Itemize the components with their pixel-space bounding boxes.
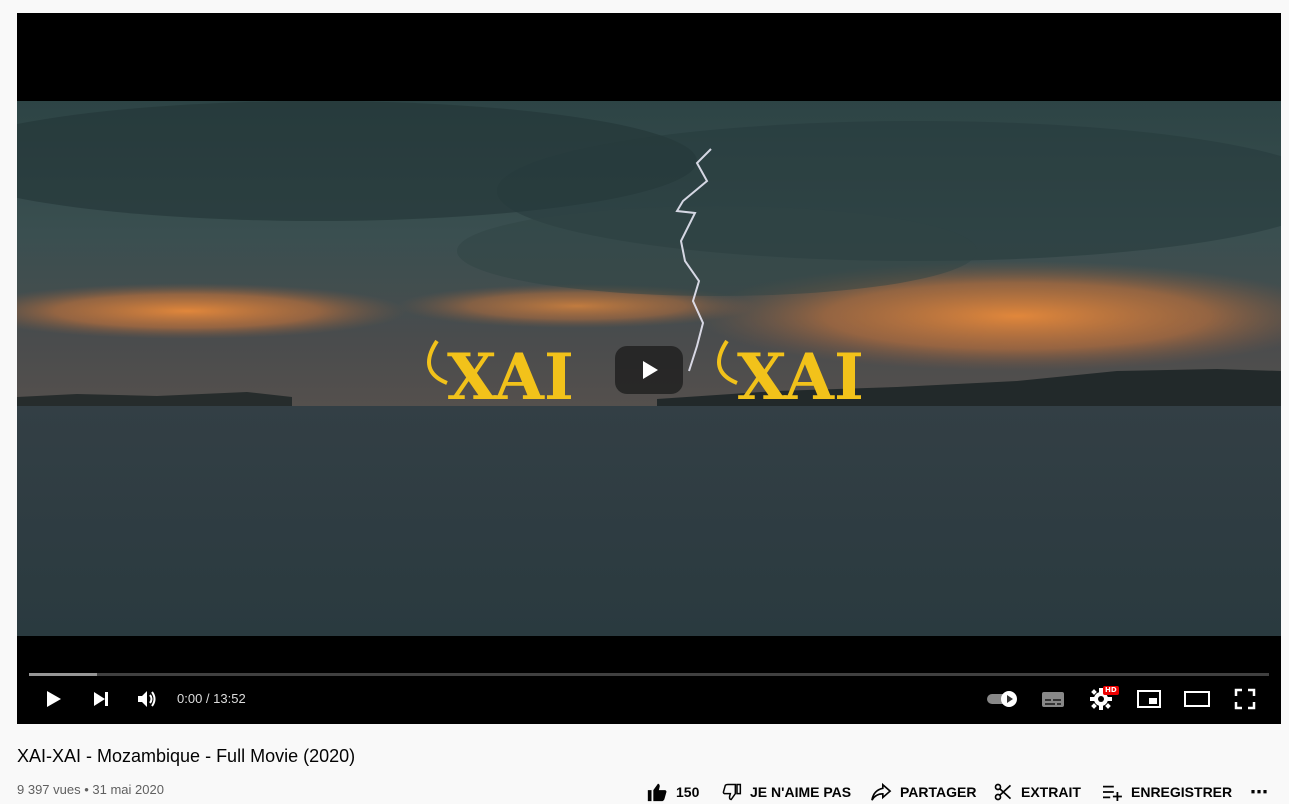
volume-icon — [138, 691, 156, 707]
time-display: 0:00 / 13:52 — [177, 691, 246, 706]
progress-loaded — [29, 673, 98, 676]
subtitles-icon — [1042, 692, 1064, 707]
miniplayer-icon — [1137, 690, 1161, 708]
overlay-title-left: XAI — [447, 340, 574, 415]
subtitles-button[interactable] — [1035, 681, 1071, 717]
save-button[interactable]: ENREGISTRER — [1101, 780, 1232, 804]
more-icon: ⋯ — [1250, 781, 1268, 802]
save-label: ENREGISTRER — [1131, 784, 1233, 800]
settings-button[interactable]: HD — [1083, 681, 1119, 717]
like-count: 150 — [676, 784, 700, 800]
scissors-icon — [994, 783, 1012, 801]
play-icon — [643, 361, 658, 379]
overlay-title-right: XAI — [737, 340, 864, 415]
theater-mode-button[interactable] — [1179, 681, 1215, 717]
play-button[interactable] — [35, 681, 71, 717]
clip-button[interactable]: EXTRAIT — [993, 780, 1081, 804]
next-button[interactable] — [83, 681, 119, 717]
fullscreen-button[interactable] — [1227, 681, 1263, 717]
share-icon — [871, 782, 892, 801]
thumbs-down-icon — [722, 783, 742, 801]
autoplay-toggle[interactable] — [983, 681, 1023, 717]
time-separator: / — [202, 691, 214, 706]
like-button[interactable]: 150 — [646, 780, 699, 804]
share-label: PARTAGER — [900, 784, 977, 800]
volume-button[interactable] — [129, 681, 165, 717]
more-actions-button[interactable]: ⋯ — [1250, 780, 1268, 804]
clip-label: EXTRAIT — [1021, 784, 1081, 800]
share-button[interactable]: PARTAGER — [870, 780, 976, 804]
dislike-label: JE N'AIME PAS — [750, 784, 852, 800]
play-icon — [47, 691, 61, 707]
hd-badge: HD — [1103, 686, 1119, 695]
thumbs-up-icon — [647, 783, 667, 802]
time-current: 0:00 — [177, 691, 203, 706]
miniplayer-button[interactable] — [1131, 681, 1167, 717]
fullscreen-icon — [1234, 688, 1256, 710]
action-bar: 150 JE N'AIME PAS PARTAGER EXTRAIT ENREG… — [0, 780, 1289, 804]
theater-icon — [1184, 691, 1210, 707]
video-player[interactable]: XAI XAI 0:00 / 13:52 HD — [17, 13, 1281, 724]
player-controls: 0:00 / 13:52 HD — [17, 681, 1281, 717]
next-icon — [94, 692, 108, 706]
playlist-add-icon — [1103, 785, 1122, 801]
autoplay-toggle-icon — [987, 691, 1017, 707]
large-play-button[interactable] — [615, 346, 683, 394]
time-total: 13:52 — [213, 691, 246, 706]
progress-bar[interactable] — [29, 673, 1269, 676]
dislike-button[interactable]: JE N'AIME PAS — [722, 780, 851, 804]
video-title: XAI-XAI - Mozambique - Full Movie (2020) — [17, 746, 356, 766]
